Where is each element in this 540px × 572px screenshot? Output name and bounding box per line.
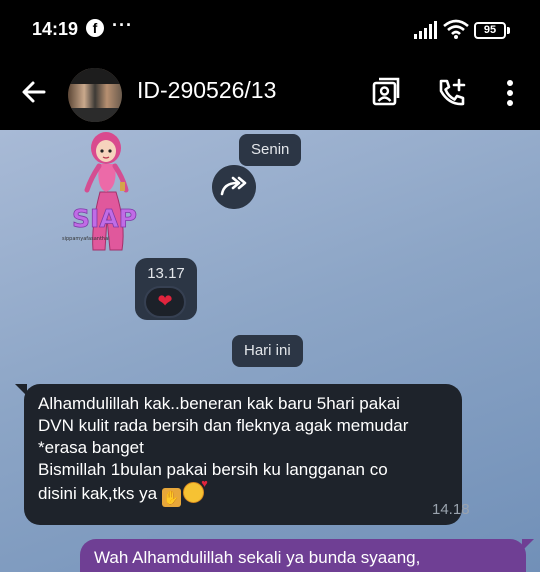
chat-title[interactable]: ID-290526/13 [137,77,276,104]
bubble-tail [522,539,534,551]
bubble-tail [15,384,27,396]
date-divider-today: Hari ini [232,335,303,367]
sticker-image[interactable]: SIAP sippamyafasanthai [60,130,152,254]
wifi-icon [443,19,469,39]
battery-level: 95 [483,24,497,36]
reaction-badge[interactable]: ❤ [144,286,186,318]
arrow-left-icon[interactable] [18,76,50,108]
signal-icon [414,21,437,39]
battery-indicator: 95 [474,22,506,39]
contact-card-icon[interactable] [369,76,401,108]
status-time: 14:19 [32,19,79,39]
heart-icon: ❤ [157,291,173,311]
message-line-2: DVN kulit rada bersih dan fleknya agak m… [38,416,409,435]
status-bar: 14:19 f ··· 95 [0,0,540,60]
message-line-5-text: disini kak,tks ya [38,484,158,503]
date-label-today: Hari ini [244,342,291,359]
pray-emoji-icon: ✋ [161,488,181,507]
more-notifications-icon: ··· [112,15,133,35]
sticker-time: 13.17 [147,265,185,282]
avatar-coat [68,108,122,122]
chat-header: ID-290526/13 [0,60,540,130]
battery-tip [507,27,510,34]
forward-icon[interactable] [212,165,256,209]
sticker-text: SIAP [72,204,137,233]
sticker-caption: sippamyafasanthai [62,236,110,242]
message-line-3: *erasa banget [38,438,144,457]
avatar-cap [68,68,122,84]
message-line-1: Alhamdulillah kak..beneran kak baru 5har… [38,394,400,413]
message-time: 14.18 [432,501,470,518]
facebook-icon: f [86,19,104,37]
outgoing-message-text: Wah Alhamdulillah sekali ya bunda syaang… [94,548,421,567]
date-label-monday: Senin [251,141,290,158]
outgoing-message-bubble[interactable]: Wah Alhamdulillah sekali ya bunda syaang… [80,539,534,572]
phone-plus-icon[interactable] [435,76,469,110]
date-divider-monday: Senin [239,134,302,166]
message-line-5: disini kak,tks ya ✋ [38,478,208,507]
smiling-hearts-emoji-icon [182,478,208,503]
more-vertical-icon[interactable] [496,76,524,110]
incoming-message-bubble[interactable]: Alhamdulillah kak..beneran kak baru 5har… [15,384,470,525]
message-line-4: Bismillah 1bulan pakai bersih ku langgan… [38,460,388,479]
contact-avatar[interactable] [68,68,122,122]
